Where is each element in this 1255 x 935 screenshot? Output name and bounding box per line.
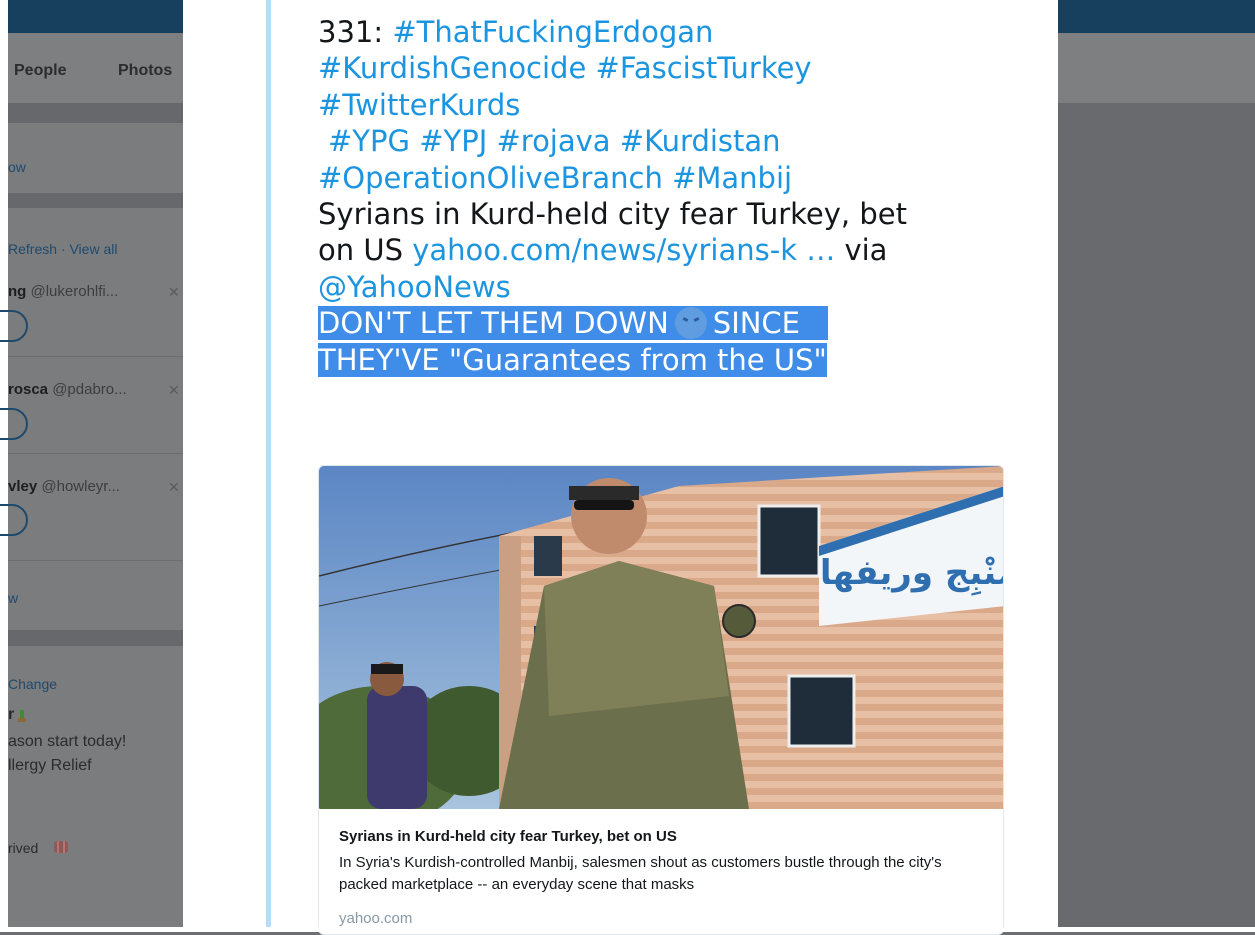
thread-line [266, 0, 271, 932]
hashtag-link[interactable]: #YPG [328, 124, 410, 158]
dismiss-icon[interactable]: ✕ [168, 382, 180, 399]
hashtag-link[interactable]: #OperationOliveBranch [318, 161, 663, 195]
tweet-line: 331: #ThatFuckingErdogan [318, 14, 1008, 50]
body-text: on US [318, 233, 413, 268]
profile-nav-right [1058, 33, 1255, 103]
via-text: via [835, 233, 888, 268]
trend-item[interactable]: ason start today! [8, 733, 126, 751]
view-link-bottom[interactable]: w [8, 590, 18, 606]
dismiss-icon[interactable]: ✕ [168, 479, 180, 496]
hashtag-link[interactable]: #ThatFuckingErdogan [392, 15, 713, 49]
divider [8, 453, 183, 454]
link-preview-card[interactable]: مَنْبِج وريفها Syrians in Kurd-held city… [318, 465, 1004, 935]
tweet-line: DON'T LET THEM DOWN SINCE [318, 305, 1008, 341]
highlighted-text: THEY'VE "Guarantees from the US" [318, 342, 827, 377]
tweet-number: 331: [318, 15, 393, 49]
baseball-emoji-icon [54, 841, 68, 853]
suggestion-name: vley [8, 478, 38, 495]
tweet-line: @YahooNews [318, 269, 1008, 305]
tweet-line: #KurdishGenocide #FascistTurkey [318, 50, 1008, 86]
suggestion-name: ng [8, 283, 27, 300]
angry-face-icon [674, 307, 707, 340]
mention-link[interactable]: @YahooNews [318, 270, 511, 304]
top-bar-right [1058, 0, 1255, 33]
view-link-top[interactable]: ow [8, 159, 26, 175]
refresh-view-all-link[interactable]: Refresh · View all [8, 241, 117, 257]
trend-item[interactable]: rived [8, 840, 38, 856]
highlight-part: SINCE [712, 306, 801, 341]
tab-people[interactable]: People [14, 62, 66, 80]
hashtag-link[interactable]: #FascistTurkey [596, 51, 812, 85]
dismiss-icon[interactable]: ✕ [168, 284, 180, 301]
suggestion-handle: @lukerohlfi... [30, 283, 119, 300]
card-domain: yahoo.com [339, 910, 413, 927]
hashtag-link[interactable]: #rojava [496, 124, 610, 158]
trends-change-link[interactable]: Change [8, 676, 57, 692]
link-ellipsis[interactable]: … [797, 233, 835, 267]
suggestion-1[interactable]: ng @lukerohlfi... [8, 283, 118, 300]
highlighted-text: DON'T LET THEM DOWN SINCE [318, 306, 828, 341]
tweet-line: #YPG #YPJ #rojava #Kurdistan [318, 123, 1008, 159]
plant-emoji-icon [18, 710, 26, 722]
divider [8, 560, 183, 561]
tab-photos[interactable]: Photos [118, 62, 172, 80]
hashtag-link[interactable]: #Manbij [672, 161, 792, 195]
divider [8, 356, 183, 357]
trend-item[interactable]: r [8, 706, 14, 724]
tweet-line: #OperationOliveBranch #Manbij [318, 160, 1008, 196]
tweet-text: 331: #ThatFuckingErdogan #KurdishGenocid… [318, 14, 1008, 378]
suggestion-handle: @pdabro... [52, 381, 127, 398]
left-edge [0, 0, 8, 932]
who-to-follow-panel [8, 208, 183, 630]
hashtag-link[interactable]: #YPJ [419, 124, 487, 158]
hashtag-link[interactable]: #KurdishGenocide [318, 51, 586, 85]
top-bar-left [8, 0, 183, 33]
card-title[interactable]: Syrians in Kurd-held city fear Turkey, b… [339, 828, 677, 845]
trend-item[interactable]: llergy Relief [8, 757, 92, 775]
highlight-part: DON'T LET THEM DOWN [318, 306, 669, 341]
suggestion-2[interactable]: rosca @pdabro... [8, 381, 127, 398]
card-image: مَنْبِج وريفها [319, 466, 1004, 809]
hashtag-link[interactable]: #Kurdistan [620, 124, 781, 158]
suggestion-handle: @howleyr... [41, 478, 120, 495]
sign-text: مَنْبِج وريفها [820, 553, 1004, 596]
right-page-area [1058, 103, 1255, 932]
tweet-line: Syrians in Kurd-held city fear Turkey, b… [318, 197, 907, 232]
bottom-strip [0, 927, 1255, 932]
suggestion-3[interactable]: vley @howleyr... [8, 478, 120, 495]
tweet-line: #TwitterKurds [318, 87, 1008, 123]
hashtag-link[interactable]: #TwitterKurds [318, 88, 520, 122]
tweet-line: on US yahoo.com/news/syrians-k … via [318, 232, 1008, 268]
profile-card-panel [8, 123, 183, 193]
card-description: In Syria's Kurdish-controlled Manbij, sa… [339, 854, 942, 893]
tweet-line: THEY'VE "Guarantees from the US" [318, 342, 1008, 378]
suggestion-name: rosca [8, 381, 49, 398]
article-link[interactable]: yahoo.com/news/syrians-k [412, 233, 797, 267]
